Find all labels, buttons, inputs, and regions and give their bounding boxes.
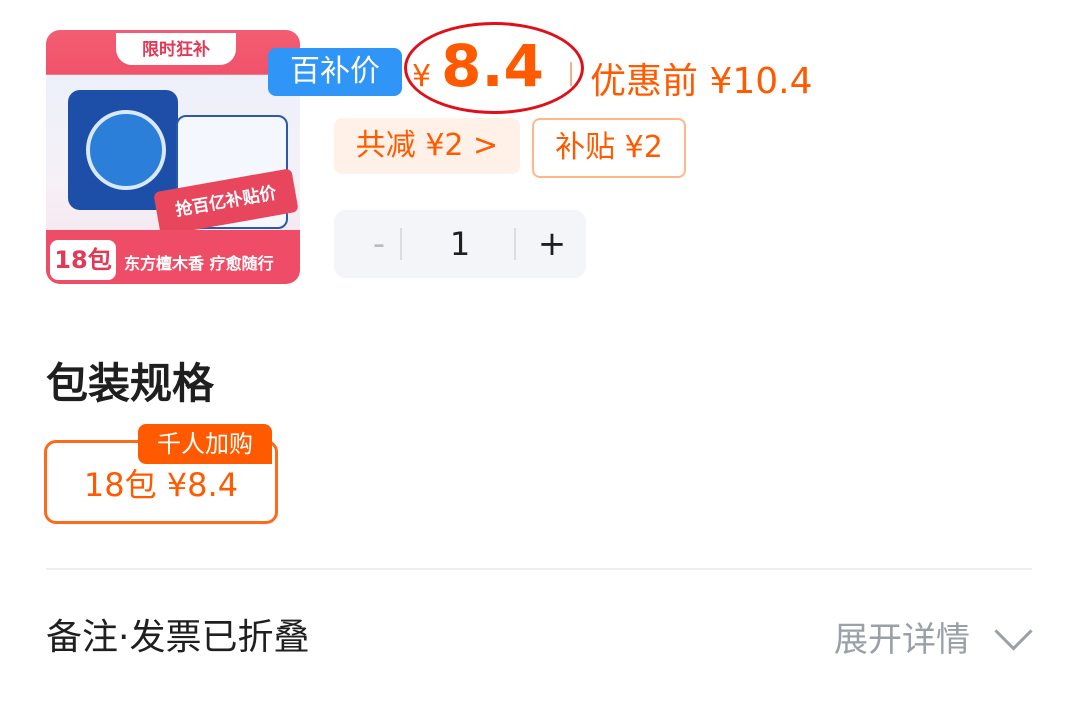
decrement-button[interactable]: - (354, 210, 404, 278)
spec-title: 包装规格 (46, 359, 215, 408)
quantity-stepper: - 1 + (334, 210, 586, 278)
image-pack-count: 18包 (50, 240, 116, 280)
price-highlight-oval (404, 22, 584, 114)
stepper-divider-right (514, 228, 516, 260)
chevron-down-icon[interactable] (994, 612, 1033, 651)
increment-button[interactable]: + (532, 210, 572, 278)
product-box-circle (86, 110, 166, 190)
subsidy-badge: 补贴 ¥2 (532, 118, 686, 178)
original-price: 优惠前 ¥10.4 (590, 61, 813, 102)
image-bottom-text: 东方檀木香 疗愈随行 (124, 254, 274, 273)
image-top-tag: 限时狂补 (116, 33, 236, 65)
section-divider (46, 568, 1032, 570)
product-image[interactable]: 限时狂补 抢百亿补贴价 18包 东方檀木香 疗愈随行 (46, 30, 300, 284)
remark-invoice-label: 备注·发票已折叠 (46, 617, 310, 658)
price-divider (570, 62, 572, 86)
total-discount-button[interactable]: 共减 ¥2 > (334, 118, 520, 174)
popular-badge: 千人加购 (138, 424, 272, 464)
expand-details-button[interactable]: 展开详情 (834, 612, 970, 661)
quantity-value[interactable]: 1 (424, 210, 496, 278)
subsidy-price-tag: 百补价 (268, 48, 402, 96)
stepper-divider-left (400, 228, 402, 260)
